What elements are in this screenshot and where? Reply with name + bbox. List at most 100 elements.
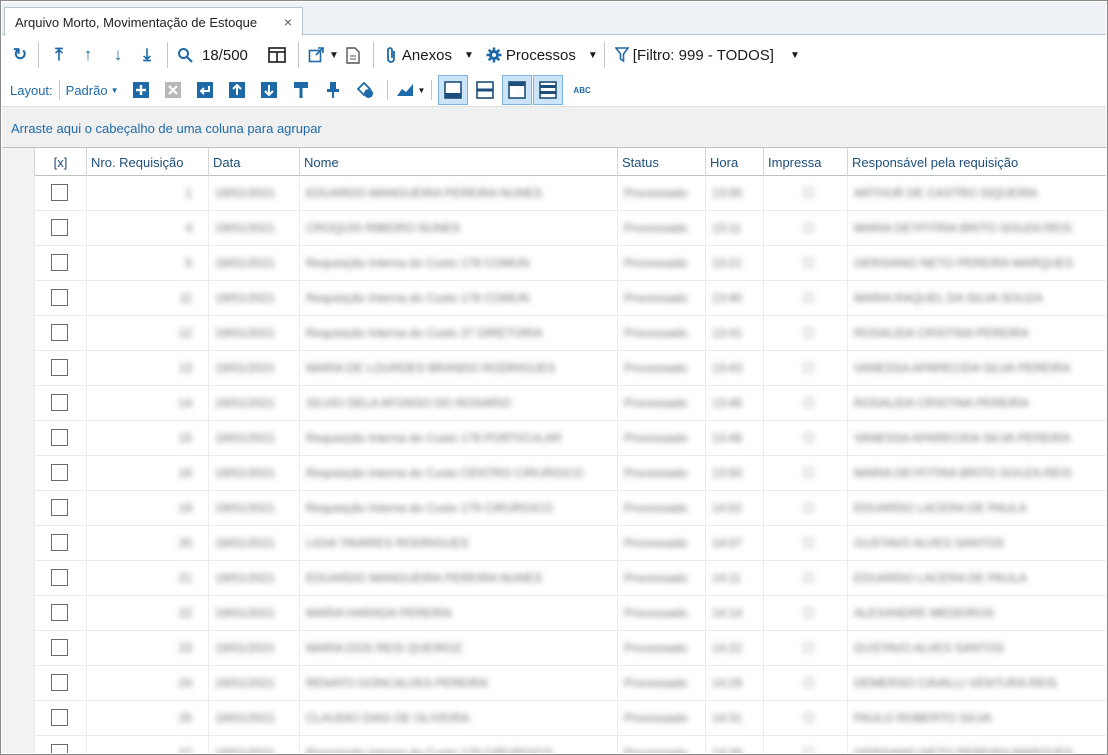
table-row[interactable]: 13 19/01/2021 MARIA DE LOURDES BRANDO RODR… bbox=[2, 351, 1106, 386]
table-row[interactable]: 11 19/01/2021 Requisição Interna do Custo … bbox=[2, 281, 1106, 316]
refresh-icon[interactable]: ↻ bbox=[8, 42, 32, 68]
row-checkbox[interactable] bbox=[51, 394, 68, 411]
row-checkbox[interactable] bbox=[51, 289, 68, 306]
color-fill-icon[interactable] bbox=[349, 77, 381, 103]
add-layout-icon[interactable] bbox=[125, 77, 157, 103]
upload-layout-icon[interactable] bbox=[221, 77, 253, 103]
row-indicator[interactable] bbox=[2, 246, 35, 281]
split-view-icon[interactable] bbox=[468, 77, 502, 103]
row-indicator[interactable] bbox=[2, 351, 35, 386]
row-checkbox[interactable] bbox=[51, 534, 68, 551]
row-indicator[interactable] bbox=[2, 561, 35, 596]
table-row[interactable]: 12 19/01/2021 Requisição Interna do Custo … bbox=[2, 316, 1106, 351]
table-cell: 19/01/2021 bbox=[209, 736, 300, 753]
next-record-icon[interactable]: ↓ bbox=[103, 42, 133, 68]
document-icon[interactable] bbox=[339, 42, 367, 68]
table-row[interactable]: 1 19/01/2021 EDUARDO MANGUEIRA PEREIRA NUN… bbox=[2, 176, 1106, 211]
last-record-icon[interactable]: ⤓ bbox=[133, 42, 161, 68]
row-checkbox[interactable] bbox=[51, 429, 68, 446]
download-layout-icon[interactable] bbox=[253, 77, 285, 103]
table-row[interactable]: 5 19/01/2021 Requisição Interna do Custo 1… bbox=[2, 246, 1106, 281]
chart-icon[interactable] bbox=[394, 77, 416, 103]
table-row[interactable]: 4 19/01/2021 CROQUIS RIBEIRO NUNES Processa… bbox=[2, 211, 1106, 246]
row-checkbox[interactable] bbox=[51, 639, 68, 656]
columns-icon[interactable] bbox=[262, 42, 292, 68]
anexos-dropdown-icon[interactable]: ▼ bbox=[464, 50, 474, 61]
row-indicator[interactable] bbox=[2, 386, 35, 421]
column-header-status[interactable]: Status bbox=[618, 148, 706, 176]
row-checkbox[interactable] bbox=[51, 184, 68, 201]
table-cell: Processado bbox=[618, 456, 706, 491]
row-indicator[interactable] bbox=[2, 176, 35, 211]
row-checkbox[interactable] bbox=[51, 254, 68, 271]
document-tab[interactable]: Arquivo Morto, Movimentação de Estoque × bbox=[4, 7, 303, 36]
table-row[interactable]: 20 19/01/2021 LIGIA TAVARES RODRIGUES Proce… bbox=[2, 526, 1106, 561]
column-header-nro-requisicao[interactable]: Nro. Requisição bbox=[87, 148, 209, 176]
row-indicator[interactable] bbox=[2, 701, 35, 736]
row-checkbox[interactable] bbox=[51, 674, 68, 691]
row-checkbox[interactable] bbox=[51, 744, 68, 753]
column-header-hora[interactable]: Hora bbox=[706, 148, 764, 176]
group-panel-toggle-button[interactable] bbox=[533, 75, 564, 105]
search-icon[interactable] bbox=[174, 42, 196, 68]
column-header-responsavel[interactable]: Responsável pela requisição bbox=[848, 148, 1108, 176]
filter-selector[interactable]: [Filtro: 999 - TODOS] bbox=[633, 47, 774, 64]
row-checkbox[interactable] bbox=[51, 709, 68, 726]
column-header-data[interactable]: Data bbox=[209, 148, 300, 176]
first-record-icon[interactable]: ⤒ bbox=[45, 42, 73, 68]
previous-record-icon[interactable]: ↑ bbox=[73, 42, 103, 68]
table-row[interactable]: 22 19/01/2021 MARIA HARADA PEREIRA Processa… bbox=[2, 596, 1106, 631]
table-row[interactable]: 24 19/01/2021 RENATO GONCALVES PEREIRA Proc… bbox=[2, 666, 1106, 701]
close-icon[interactable]: × bbox=[284, 14, 292, 30]
row-indicator[interactable] bbox=[2, 316, 35, 351]
chart-dropdown-icon[interactable]: ▼ bbox=[418, 86, 426, 95]
row-indicator[interactable] bbox=[2, 736, 35, 753]
column-header-impressa[interactable]: Impressa bbox=[764, 148, 848, 176]
table-row[interactable]: 19 19/01/2021 Requisição Interna do Custo … bbox=[2, 491, 1106, 526]
save-layout-icon[interactable] bbox=[189, 77, 221, 103]
layout-preset-selector[interactable]: Padrão bbox=[66, 83, 108, 98]
table-row[interactable]: 21 19/01/2021 EDUARDO MANGUEIRA PEREIRA NU… bbox=[2, 561, 1106, 596]
row-checkbox[interactable] bbox=[51, 464, 68, 481]
column-header-nome[interactable]: Nome bbox=[300, 148, 618, 176]
footer-toggle-button[interactable] bbox=[438, 75, 469, 105]
table-row[interactable]: 25 19/01/2021 CLAUDIO DIAS DE OLIVEIRA Proc… bbox=[2, 701, 1106, 736]
paint-icon[interactable] bbox=[285, 77, 317, 103]
row-indicator[interactable] bbox=[2, 456, 35, 491]
header-toggle-button[interactable] bbox=[502, 75, 533, 105]
table-cell: 19/01/2021 bbox=[209, 701, 300, 736]
row-indicator[interactable] bbox=[2, 666, 35, 701]
row-indicator[interactable] bbox=[2, 526, 35, 561]
row-checkbox[interactable] bbox=[51, 499, 68, 516]
pin-icon[interactable] bbox=[317, 77, 349, 103]
processos-button[interactable]: Processos bbox=[506, 47, 576, 64]
row-checkbox[interactable] bbox=[51, 569, 68, 586]
table-row[interactable]: 23 19/01/2021 MARIA DOS REIS QUEIROZ Proces… bbox=[2, 631, 1106, 666]
processos-dropdown-icon[interactable]: ▼ bbox=[588, 50, 598, 61]
group-by-panel[interactable]: Arraste aqui o cabeçalho de uma coluna p… bbox=[2, 106, 1106, 147]
spellcheck-icon[interactable]: ABC bbox=[573, 86, 590, 95]
table-row[interactable]: 15 19/01/2021 Requisição Interna do Custo … bbox=[2, 421, 1106, 456]
row-indicator[interactable] bbox=[2, 281, 35, 316]
row-checkbox[interactable] bbox=[51, 359, 68, 376]
filter-icon[interactable] bbox=[611, 42, 633, 68]
layout-dropdown-icon[interactable]: ▼ bbox=[111, 86, 119, 95]
attachment-icon[interactable] bbox=[380, 42, 402, 68]
row-checkbox[interactable] bbox=[51, 324, 68, 341]
table-row[interactable]: 14 19/01/2021 SILVIO DELA AFONSO DO ROSARI… bbox=[2, 386, 1106, 421]
row-checkbox[interactable] bbox=[51, 219, 68, 236]
export-icon[interactable] bbox=[305, 42, 327, 68]
row-indicator[interactable] bbox=[2, 596, 35, 631]
row-indicator[interactable] bbox=[2, 631, 35, 666]
row-indicator[interactable] bbox=[2, 211, 35, 246]
row-indicator[interactable] bbox=[2, 491, 35, 526]
anexos-button[interactable]: Anexos bbox=[402, 47, 452, 64]
gear-icon[interactable] bbox=[482, 42, 506, 68]
table-row[interactable]: 27 19/01/2021 Requisição Interna do Custo … bbox=[2, 736, 1106, 753]
row-checkbox[interactable] bbox=[51, 604, 68, 621]
column-header-select[interactable]: [x] bbox=[35, 148, 87, 176]
filter-dropdown-icon[interactable]: ▼ bbox=[790, 50, 800, 61]
export-dropdown-icon[interactable]: ▼ bbox=[329, 50, 339, 61]
row-indicator[interactable] bbox=[2, 421, 35, 456]
table-row[interactable]: 16 19/01/2021 Requisição Interna do Custo … bbox=[2, 456, 1106, 491]
